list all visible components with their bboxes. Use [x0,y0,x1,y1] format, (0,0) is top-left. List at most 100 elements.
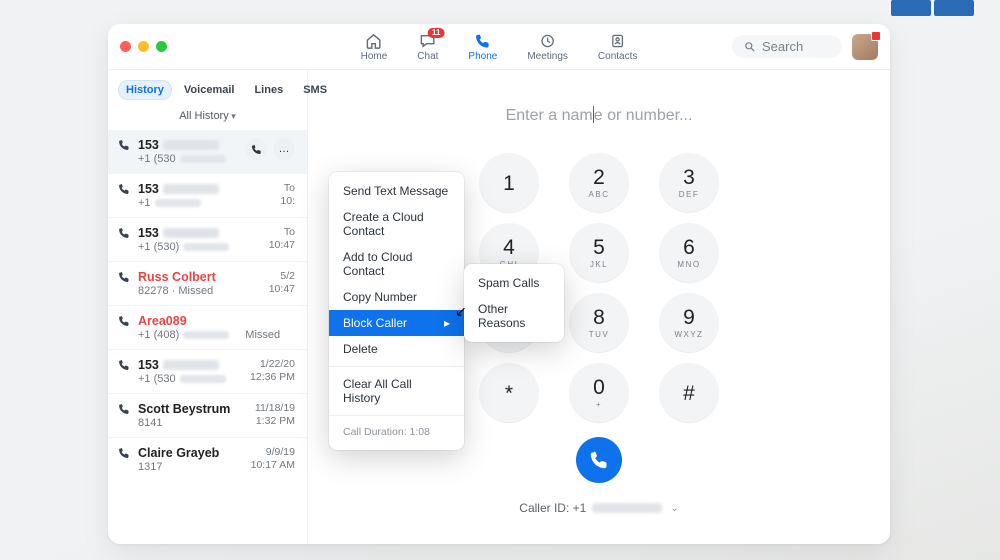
top-nav: Home 11 Chat Phone Meetings Contacts [361,32,638,62]
call-sub: +1 (530) [138,241,263,253]
call-name: 153 [138,182,274,196]
outgoing-call-icon [118,138,132,165]
outgoing-call-icon [118,314,132,341]
minimize-icon[interactable] [138,41,149,52]
nav-home[interactable]: Home [361,32,388,62]
ctx-item[interactable]: Copy Number [329,284,464,310]
context-submenu: Spam CallsOther Reasons [464,264,564,342]
more-button[interactable]: … [273,138,295,160]
clock-icon [539,32,557,50]
nav-label: Contacts [598,51,637,62]
search-input[interactable]: Search [732,35,842,58]
ctx-item[interactable]: Clear All Call History [329,371,464,411]
outgoing-call-icon [118,358,132,385]
call-name: 153 [138,138,239,152]
call-name: Claire Grayeb [138,446,245,460]
call-meta: To10: [280,182,295,209]
dial-input[interactable]: Enter a name or number... [506,106,693,125]
context-menu: Send Text MessageCreate a Cloud ContactA… [329,172,464,450]
close-icon[interactable] [120,41,131,52]
external-overlay [891,0,974,16]
call-sub: 82278 · Missed [138,285,263,297]
nav-meetings[interactable]: Meetings [527,32,568,62]
call-row[interactable]: 153+1 (530 1/22/2012:36 PM [108,349,307,393]
call-row[interactable]: 153+1 (530) To10:47 [108,217,307,261]
submenu-item[interactable]: Other Reasons [464,296,564,336]
nav-label: Meetings [527,51,568,62]
dialpad-key-1[interactable]: 1 [479,153,539,213]
call-meta: 9/9/1910:17 AM [251,446,295,473]
caller-id-selector[interactable]: Caller ID: +1 [519,501,678,515]
contacts-icon [609,32,627,50]
call-sub: +1 (530 [138,153,239,165]
call-sub: +1 (530 [138,373,244,385]
avatar[interactable] [852,34,878,60]
nav-label: Phone [468,51,497,62]
call-row[interactable]: Claire Grayeb1317 9/9/1910:17 AM [108,437,307,481]
tab-history[interactable]: History [118,80,172,100]
redacted [592,503,662,513]
dialpad-key-#[interactable]: # [659,363,719,423]
outgoing-call-icon [118,182,132,209]
dialpad-key-0[interactable]: 0+ [569,363,629,423]
window-controls[interactable] [120,41,167,52]
call-list: 153+1 (530…153+1To10:153+1 (530)To10:47R… [108,130,307,544]
ctx-item[interactable]: Send Text Message [329,178,464,204]
nav-label: Chat [417,51,438,62]
nav-phone[interactable]: Phone [468,32,497,62]
ctx-item[interactable]: Delete [329,336,464,362]
dialpad-key-5[interactable]: 5JKL [569,223,629,283]
chevron-right-icon: ▸ [444,316,450,330]
call-name: 153 [138,226,263,240]
tab-lines[interactable]: Lines [246,80,291,100]
outgoing-call-icon [118,226,132,253]
dialpad-key-6[interactable]: 6MNO [659,223,719,283]
dialpad-key-*[interactable]: * [479,363,539,423]
sidebar: History Voicemail Lines SMS All History … [108,70,308,544]
outgoing-call-icon [118,270,132,297]
call-meta: To10:47 [269,226,295,253]
nav-label: Home [361,51,388,62]
badge: 11 [428,28,444,38]
ctx-item[interactable]: Block Caller▸ [329,310,464,336]
search-placeholder: Search [762,39,803,54]
call-meta: … [245,138,295,165]
call-row[interactable]: Area089+1 (408) Missed [108,305,307,349]
nav-contacts[interactable]: Contacts [598,32,637,62]
nav-chat[interactable]: 11 Chat [417,32,438,62]
home-icon [365,32,383,50]
call-meta: 11/18/191:32 PM [255,402,295,429]
submenu-item[interactable]: Spam Calls [464,270,564,296]
call-name: 153 [138,358,244,372]
titlebar-right: Search [732,34,878,60]
phone-icon [474,32,492,50]
outgoing-call-icon [118,402,132,429]
ctx-item[interactable]: Add to Cloud Contact [329,244,464,284]
ctx-duration: Call Duration: 1:08 [329,420,464,444]
call-sub: +1 [138,197,274,209]
search-icon [744,41,756,53]
call-row[interactable]: Russ Colbert82278 · Missed 5/210:47 [108,261,307,305]
cursor-icon: ↙ [455,303,467,320]
call-meta: 1/22/2012:36 PM [250,358,295,385]
call-row[interactable]: 153+1 To10: [108,173,307,217]
ctx-item[interactable]: Create a Cloud Contact [329,204,464,244]
history-filter[interactable]: All History [108,104,307,130]
call-name: Area089 [138,314,289,328]
tab-voicemail[interactable]: Voicemail [176,80,243,100]
maximize-icon[interactable] [156,41,167,52]
call-name: Russ Colbert [138,270,263,284]
call-sub: +1 (408) Missed [138,329,289,341]
dialpad-key-3[interactable]: 3DEF [659,153,719,213]
dialpad-key-2[interactable]: 2ABC [569,153,629,213]
call-back-button[interactable] [245,138,267,160]
call-sub: 1317 [138,461,245,473]
call-row[interactable]: 153+1 (530 … [108,130,307,173]
call-meta: 5/210:47 [269,270,295,297]
titlebar: Home 11 Chat Phone Meetings Contacts [108,24,890,70]
dialpad-key-8[interactable]: 8TUV [569,293,629,353]
call-row[interactable]: Scott Beystrum814111/18/191:32 PM [108,393,307,437]
call-button[interactable] [576,437,622,483]
dialpad-key-9[interactable]: 9WXYZ [659,293,719,353]
outgoing-call-icon [118,446,132,473]
